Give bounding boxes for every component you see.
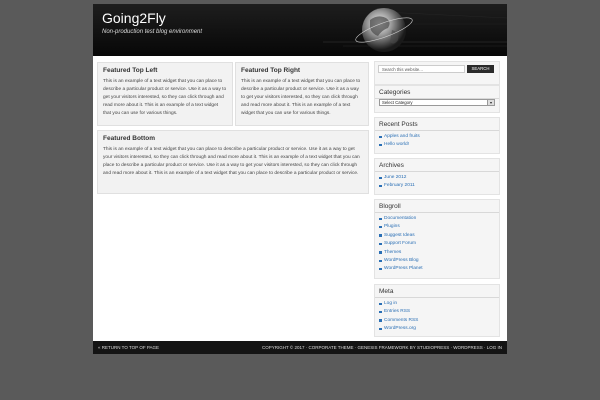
archives-list: June 2012 February 2011 — [375, 174, 499, 194]
archive-link[interactable]: June 2012 — [379, 174, 495, 182]
search-button[interactable]: SEARCH — [467, 65, 494, 73]
blogroll-title: Blogroll — [375, 200, 499, 213]
globe-icon — [355, 8, 413, 52]
blogroll-link[interactable]: Documentation — [379, 215, 495, 223]
site-title[interactable]: Going2Fly — [102, 10, 166, 26]
blogroll-list: Documentation Plugins Suggest Ideas Supp… — [375, 215, 499, 277]
meta-link[interactable]: Comments RSS — [379, 317, 495, 325]
categories-widget: Categories Select Category ▾ — [374, 85, 500, 113]
blogroll-link[interactable]: Themes — [379, 249, 495, 257]
featured-top-right-widget: Featured Top Right This is an example of… — [235, 62, 369, 126]
site-header: Going2Fly Non-production test blog envir… — [93, 4, 507, 56]
featured-bottom-text: This is an example of a text widget that… — [103, 147, 360, 176]
featured-top-left-title: Featured Top Left — [103, 67, 158, 74]
featured-top-left-widget: Featured Top Left This is an example of … — [97, 62, 233, 126]
site-footer: « RETURN TO TOP OF PAGE COPYRIGHT © 2017… — [93, 341, 507, 354]
blogroll-link[interactable]: WordPress Blog — [379, 257, 495, 265]
meta-list: Log in Entries RSS Comments RSS WordPres… — [375, 300, 499, 337]
footer-credits: COPYRIGHT © 2017 · CORPORATE THEME · GEN… — [261, 345, 502, 350]
search-input[interactable]: Search this website... — [378, 65, 465, 73]
featured-bottom-widget: Featured Bottom This is an example of a … — [97, 130, 369, 194]
archive-link[interactable]: February 2011 — [379, 182, 495, 190]
archives-widget: Archives June 2012 February 2011 — [374, 158, 500, 195]
archives-title: Archives — [375, 159, 499, 172]
return-to-top-link[interactable]: « RETURN TO TOP OF PAGE — [98, 341, 159, 354]
meta-link[interactable]: Log in — [379, 300, 495, 308]
recent-post-link[interactable]: Hello world! — [379, 141, 495, 149]
site-description: Non-production test blog environment — [102, 29, 203, 35]
recent-post-link[interactable]: Apples and fruits — [379, 133, 495, 141]
categories-title: Categories — [375, 86, 499, 99]
featured-bottom-title: Featured Bottom — [103, 135, 155, 142]
featured-top-right-text: This is an example of a text widget that… — [241, 79, 361, 116]
blogroll-link[interactable]: Suggest Ideas — [379, 232, 495, 240]
category-select[interactable]: Select Category ▾ — [379, 99, 495, 106]
featured-top-right-title: Featured Top Right — [241, 67, 301, 74]
blogroll-link[interactable]: Support Forum — [379, 240, 495, 248]
recent-posts-title: Recent Posts — [375, 118, 499, 131]
meta-link[interactable]: Entries RSS — [379, 308, 495, 316]
meta-title: Meta — [375, 285, 499, 298]
blogroll-widget: Blogroll Documentation Plugins Suggest I… — [374, 199, 500, 279]
blogroll-link[interactable]: Plugins — [379, 223, 495, 231]
recent-posts-list: Apples and fruits Hello world! — [375, 133, 499, 153]
recent-posts-widget: Recent Posts Apples and fruits Hello wor… — [374, 117, 500, 154]
chevron-down-icon[interactable]: ▾ — [487, 100, 494, 105]
blogroll-link[interactable]: WordPress Planet — [379, 265, 495, 273]
meta-widget: Meta Log in Entries RSS Comments RSS Wor… — [374, 284, 500, 337]
meta-link[interactable]: WordPress.org — [379, 325, 495, 333]
featured-top-left-text: This is an example of a text widget that… — [103, 79, 227, 116]
category-select-value: Select Category — [382, 100, 413, 105]
